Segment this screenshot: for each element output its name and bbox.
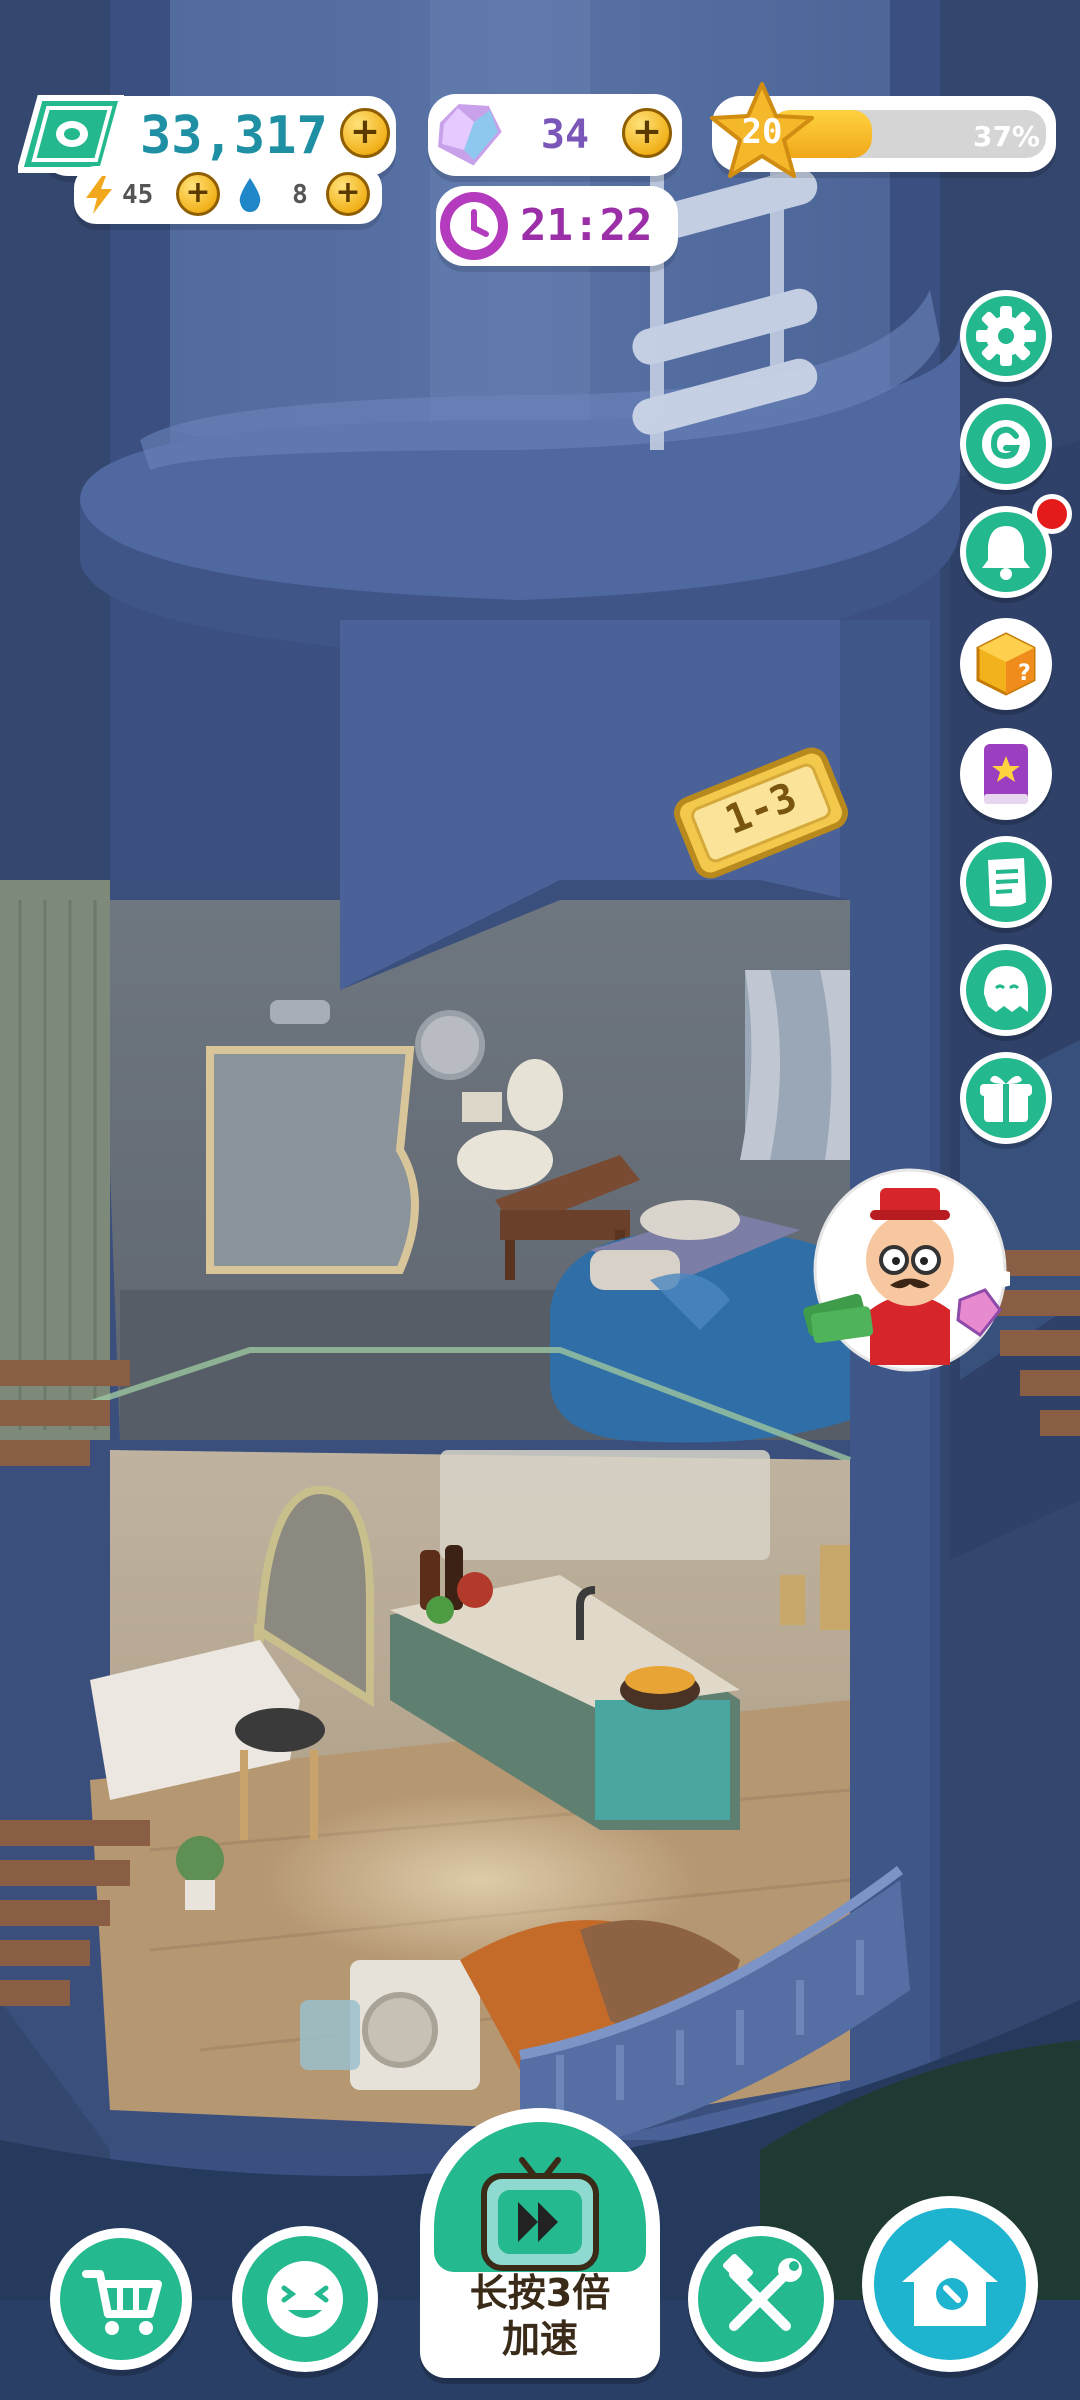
notification-badge <box>1032 494 1072 534</box>
npc-tycoon-character[interactable] <box>800 1160 1040 1380</box>
lightning-icon <box>84 176 114 214</box>
floor-sign: 1-3 <box>672 728 850 898</box>
speedup-label-line1: 长按3倍 <box>469 2271 611 2315</box>
notes-button[interactable] <box>960 836 1052 928</box>
ghost-chat-icon <box>984 966 1028 1012</box>
tv-fast-forward-icon <box>466 2150 614 2280</box>
star-book-icon <box>984 744 1028 804</box>
mystery-box-icon: ? <box>976 632 1036 696</box>
tools-button[interactable] <box>688 2226 834 2372</box>
shop-button[interactable] <box>50 2228 192 2370</box>
cash-amount: 33,317 <box>140 106 328 166</box>
gem-icon <box>424 92 510 178</box>
energy-amount: 45 <box>122 180 154 210</box>
settings-icon <box>976 306 1036 366</box>
ghost-chat-button[interactable] <box>960 944 1052 1036</box>
timer-text: 21:22 <box>520 200 653 251</box>
laughing-face-icon <box>267 2261 343 2337</box>
gift-button[interactable] <box>960 1052 1052 1144</box>
speedup-label-line2: 加速 <box>501 2317 578 2361</box>
shopping-cart-icon <box>82 2270 162 2335</box>
water-drop-icon <box>236 176 264 214</box>
g-coin-icon <box>982 420 1030 468</box>
clock-icon <box>436 188 512 264</box>
house-wrench-icon <box>902 2240 998 2326</box>
cash-icon <box>16 92 126 176</box>
mystery-box-button[interactable]: ? <box>960 618 1052 710</box>
emoji-button[interactable] <box>232 2226 378 2372</box>
water-amount: 8 <box>292 180 308 210</box>
wrench-hammer-icon <box>722 2253 802 2331</box>
add-cash-button[interactable]: + <box>340 108 390 158</box>
star-book-button[interactable] <box>960 728 1052 820</box>
gems-amount: 34 <box>540 112 590 158</box>
add-water-button[interactable]: + <box>326 172 370 216</box>
speedup-label: 长按3倍 加速 <box>428 2270 652 2362</box>
notes-icon <box>988 858 1026 907</box>
gift-icon <box>980 1075 1032 1122</box>
build-home-button[interactable] <box>862 2196 1038 2372</box>
add-energy-button[interactable]: + <box>176 172 220 216</box>
level-progress-text: 37% <box>972 120 1040 153</box>
add-gems-button[interactable]: + <box>622 108 672 158</box>
svg-text:?: ? <box>1018 661 1031 686</box>
player-level: 20 <box>741 112 783 152</box>
settings-button[interactable] <box>960 290 1052 382</box>
g-coin-button[interactable] <box>960 398 1052 490</box>
